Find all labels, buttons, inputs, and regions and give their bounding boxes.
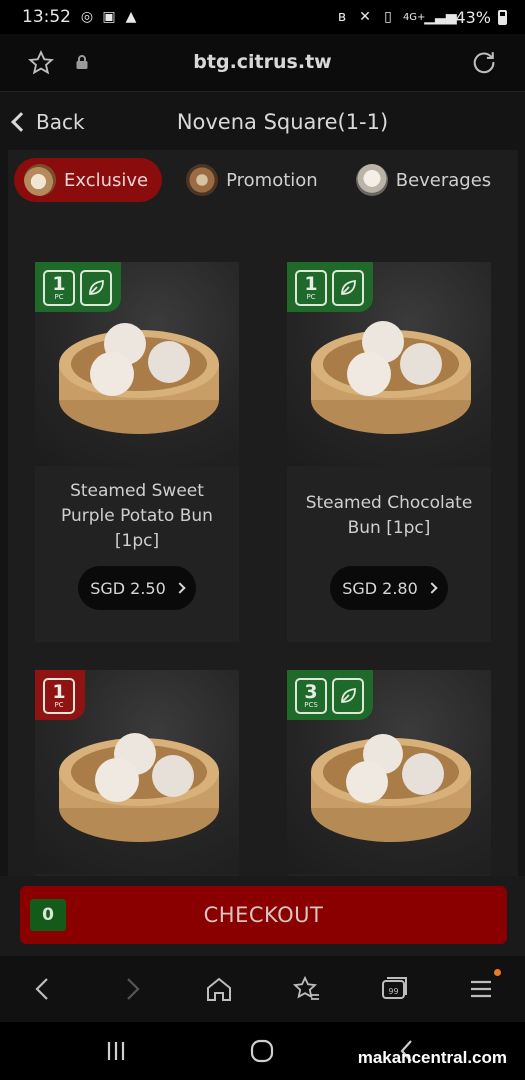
portion-badge: 3 PCS [287,670,373,720]
product-image: 3 PCS [287,670,491,874]
checkout-label: CHECKOUT [203,903,324,927]
vegetarian-leaf-icon [80,270,112,306]
badge-quantity: 1 [52,273,66,295]
product-card[interactable]: 1 PC Steamed Chocolate Bun [1pc] SGD 2.8… [287,262,491,642]
steamer-basket-image [311,321,471,434]
web-page: Back Novena Square(1-1) Exclusive Promot… [0,92,525,956]
page-title: Novena Square(1-1) [176,110,389,134]
tab-beverages[interactable]: Beverages [346,158,505,202]
browser-url-bar: btg.citrus.tw [0,34,525,92]
whatsapp-icon: ◎ [80,9,94,25]
quantity-badge: 1 PC [295,270,327,306]
warning-icon: ▲ [125,9,137,25]
badge-unit: PC [54,701,64,709]
watermark: makancentral.com [357,1048,507,1067]
exclusive-thumbnail-icon [24,164,56,196]
badge-quantity: 1 [52,681,66,703]
badge-unit: PCS [304,701,318,709]
bookmarks-icon[interactable] [292,974,322,1004]
steamer-basket-image [59,733,219,842]
badge-unit: PC [54,293,64,301]
data-saver-icon: ▯ [384,9,392,25]
badge-quantity: 3 [304,681,318,703]
steamer-basket-image [59,323,219,434]
system-icons: ʙ ✕ ▯ 4G+ ▁▃▅ 43% [334,8,507,27]
category-tabs: Exclusive Promotion Beverages [8,158,518,208]
home-icon[interactable] [204,974,234,1004]
checkout-button[interactable]: 0 CHECKOUT [20,886,507,944]
signal-icon: ▁▃▅ [424,9,457,25]
recent-apps-icon[interactable] [101,1038,131,1064]
portion-badge: 1 PC [287,262,373,312]
tab-exclusive[interactable]: Exclusive [14,158,163,202]
vegetarian-leaf-icon [332,678,364,714]
price-button[interactable]: SGD 2.50 [78,566,196,610]
product-image: 1 PC [35,670,239,874]
checkout-bar: 0 CHECKOUT [0,876,525,956]
promotion-thumbnail-icon [186,164,219,196]
price-label: SGD 2.80 [342,578,418,598]
browser-back-icon[interactable] [28,974,58,1004]
cart-count-badge: 0 [30,899,66,931]
beverages-thumbnail-icon [355,164,388,196]
tab-promotion[interactable]: Promotion [176,158,332,202]
network-type: 4G+ [402,11,426,23]
portion-badge: 1 PC [35,670,85,720]
quantity-badge: 1 PC [43,270,75,306]
url-text[interactable]: btg.citrus.tw [0,51,525,73]
product-name: Steamed Sweet Purple Potato Bun [1pc] [61,480,213,551]
badge-unit: PC [306,293,316,301]
notification-dot [494,969,501,976]
vegetarian-leaf-icon [332,270,364,306]
page-header: Back Novena Square(1-1) [0,92,525,154]
browser-forward-icon[interactable] [117,974,147,1004]
product-name: Steamed Chocolate Bun [1pc] [305,493,473,538]
portion-badge: 1 PC [35,262,121,312]
price-label: SGD 2.50 [90,578,166,598]
bluetooth-icon: ʙ [337,9,346,25]
notification-icons: ◎ ▣ ▲ [79,9,139,25]
browser-bottom-nav: 99 [0,956,525,1022]
price-button[interactable]: SGD 2.80 [330,566,448,610]
tab-label: Promotion [226,169,318,191]
home-button-icon[interactable] [247,1038,277,1064]
clock: 13:52 [22,7,71,27]
menu-icon[interactable] [466,974,496,1004]
battery-percent: 43% [455,7,491,27]
gallery-icon: ▣ [102,9,116,25]
reload-icon[interactable] [470,48,498,76]
status-bar: 13:52 ◎ ▣ ▲ ʙ ✕ ▯ 4G+ ▁▃▅ 43% [0,0,525,34]
quantity-badge: 3 PCS [295,678,327,714]
battery-icon [498,9,507,25]
product-image: 1 PC [287,262,491,466]
chevron-right-icon [174,582,186,594]
product-image: 1 PC [35,262,239,466]
product-card[interactable]: 1 PC Steamed Sweet Purple Potato Bun [1p… [35,262,239,642]
tab-label: Exclusive [64,169,149,191]
mute-icon: ✕ [359,9,371,25]
svg-text:99: 99 [388,987,398,996]
tab-label: Beverages [395,169,492,191]
tabs-icon[interactable]: 99 [379,974,409,1004]
badge-quantity: 1 [304,273,318,295]
chevron-right-icon [426,582,438,594]
steamer-basket-image [311,734,471,842]
quantity-badge: 1 PC [43,678,75,714]
